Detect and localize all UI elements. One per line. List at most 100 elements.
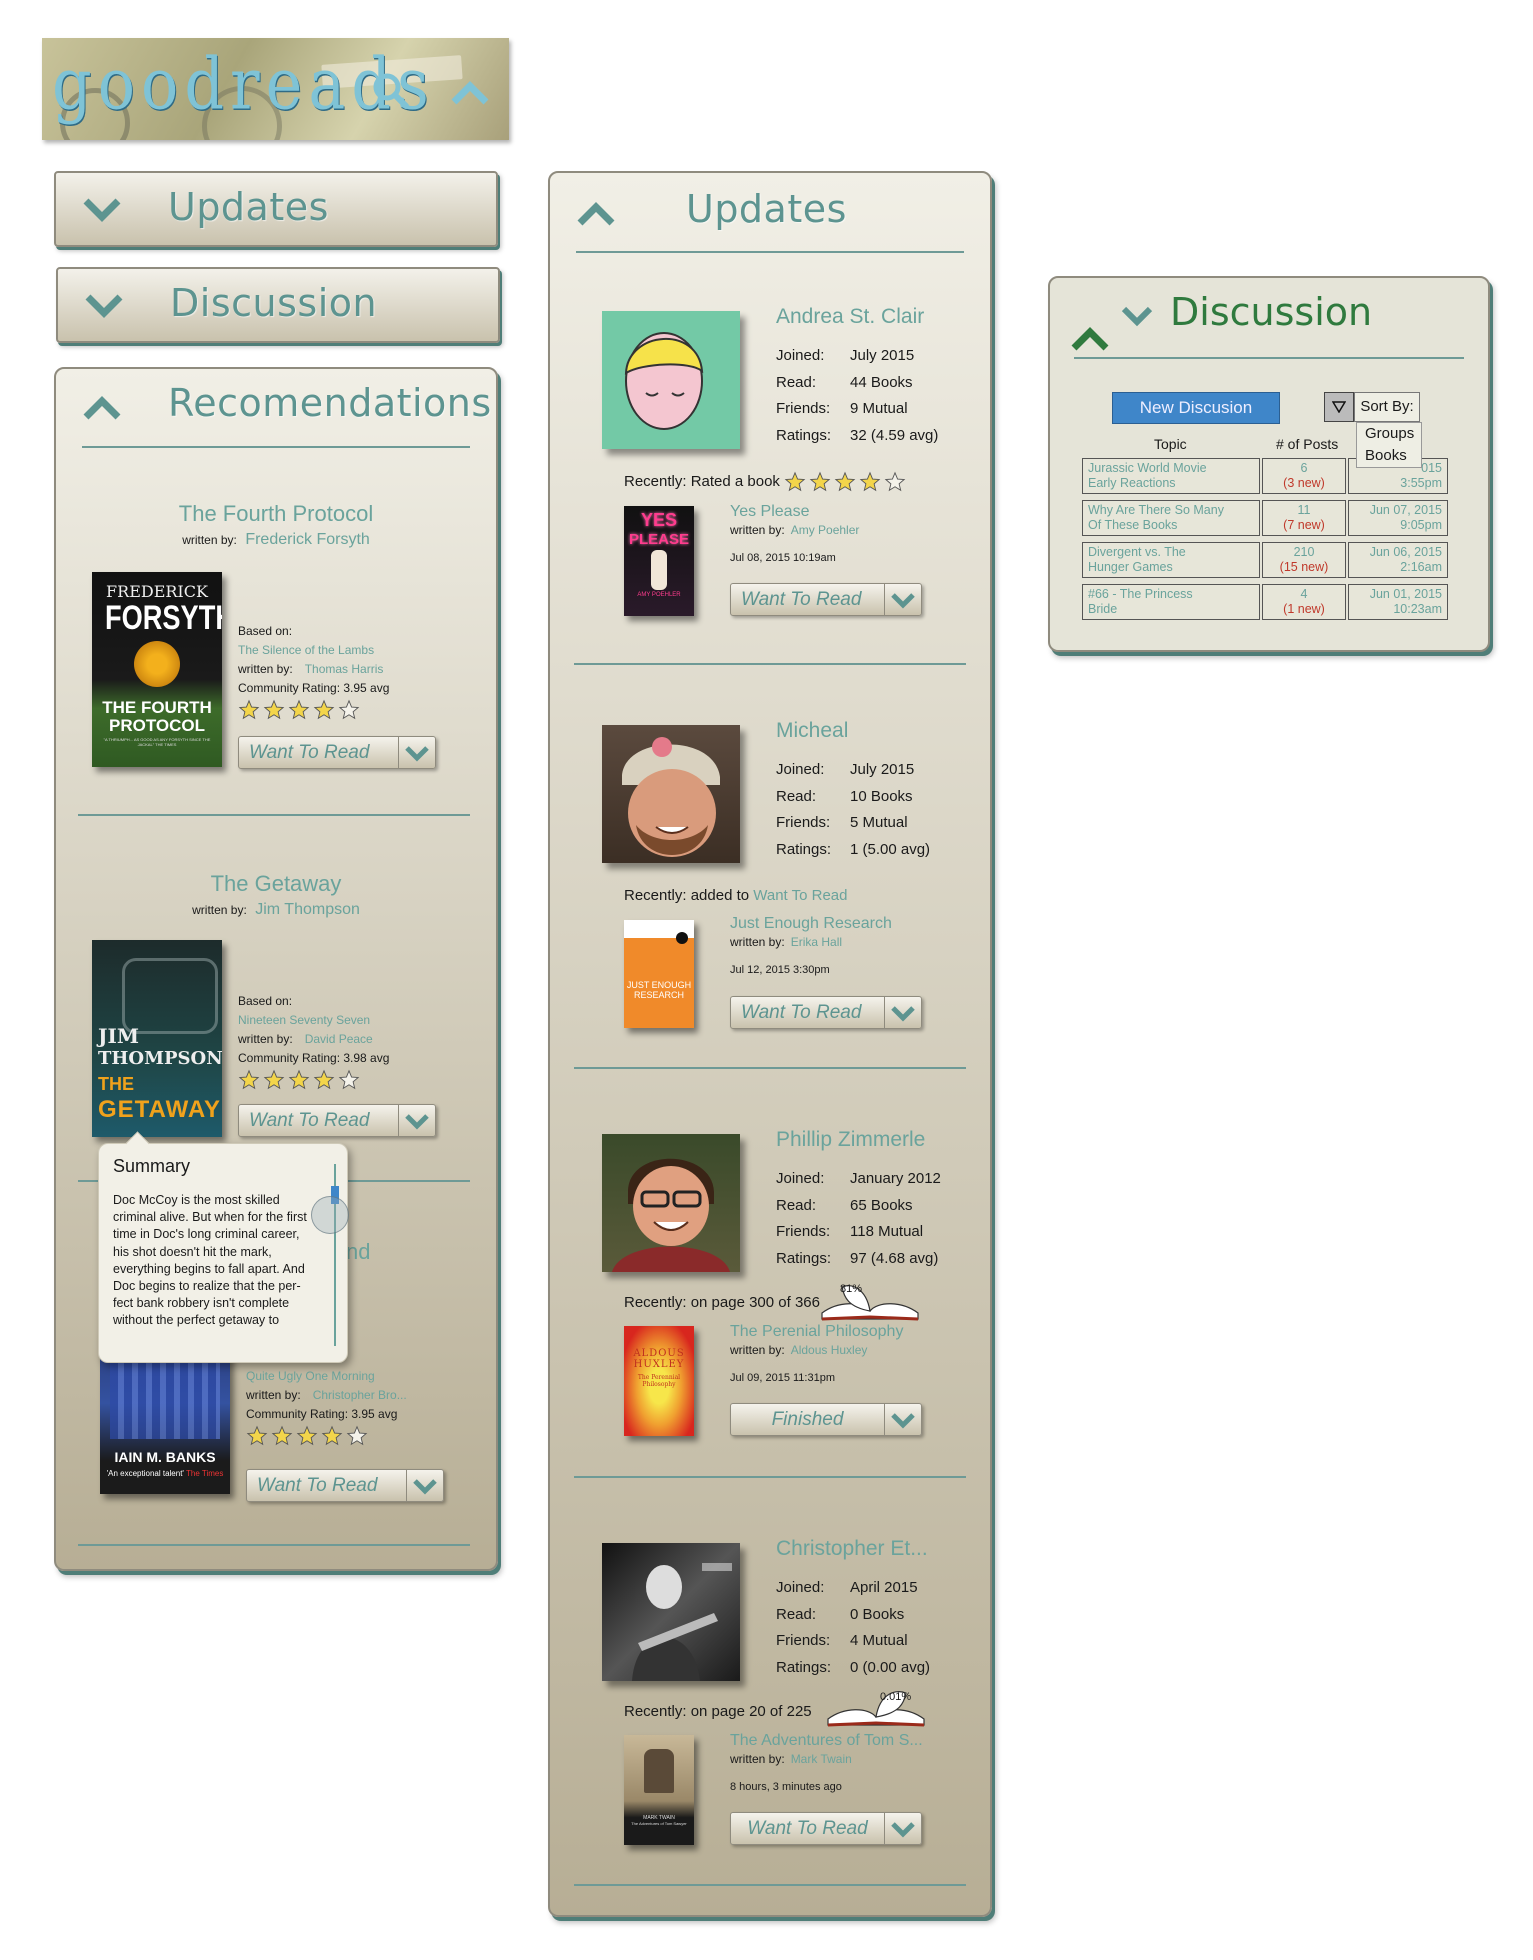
author-link[interactable]: Frederick Forsyth [245,531,369,548]
star-icon[interactable] [321,1425,346,1452]
star-icon[interactable] [834,471,859,498]
topic-cell[interactable]: Divergent vs. The Hunger Games [1082,542,1260,578]
finished-button[interactable]: Finished [730,1403,922,1436]
want-to-read-button[interactable]: Want To Read [730,583,922,616]
user-name[interactable]: Andrea St. Clair [776,305,924,329]
star-rating[interactable] [238,1069,363,1096]
book-title[interactable]: The Getaway [56,871,496,897]
search-icon[interactable] [372,72,412,112]
based-on-author[interactable]: Christopher Bro... [313,1388,407,1402]
star-icon[interactable] [809,471,834,498]
star-icon[interactable] [238,699,263,726]
recent-activity: Recently: added to Want To Read [624,887,848,904]
book-cover[interactable]: FREDERICK FORSYTH THE FOURTH PROTOCOL "A… [92,572,222,767]
star-icon[interactable] [288,699,313,726]
star-icon[interactable] [296,1425,321,1452]
reading-progress-book [821,1285,919,1321]
chevron-up-icon[interactable] [576,201,616,229]
chevron-down-icon[interactable] [884,1813,921,1844]
book-title[interactable]: The Perenial Philosophy [730,1323,903,1341]
star-icon[interactable] [238,1069,263,1096]
want-to-read-link[interactable]: Want To Read [753,887,847,904]
posts-cell: 11 (7 new) [1262,500,1346,536]
author-link[interactable]: Erika Hall [791,935,842,949]
updates-panel: Updates Andrea St. Clair Joined: July 201… [548,171,992,1917]
chevron-down-icon[interactable] [884,1404,921,1435]
star-icon[interactable] [313,1069,338,1096]
column-posts[interactable]: # of Posts [1276,436,1338,452]
chevron-down-icon[interactable] [884,584,921,615]
book-cover[interactable]: ALDOUS HUXLEY The Perennial Philosophy [624,1326,694,1436]
topic-cell[interactable]: Why Are There So Many Of These Books [1082,500,1260,536]
chevron-up-icon[interactable] [1070,326,1110,354]
chevron-down-icon[interactable] [406,1470,443,1501]
book-title[interactable]: The Adventures of Tom S... [730,1732,923,1750]
topic-cell[interactable]: #66 - The Princess Bride [1082,584,1260,620]
discussion-collapsed-bar[interactable]: Discussion [56,267,500,343]
sort-option-books[interactable]: Books [1365,445,1421,467]
book-title-partial[interactable]: nd [346,1239,370,1265]
star-icon[interactable] [338,1069,363,1096]
want-to-read-button[interactable]: Want To Read [238,736,436,769]
star-icon[interactable] [859,471,884,498]
chevron-up-icon[interactable] [450,78,490,108]
author-link[interactable]: Aldous Huxley [791,1343,868,1357]
book-title[interactable]: Yes Please [730,503,809,521]
star-rating[interactable] [246,1425,371,1452]
user-name[interactable]: Christopher Et... [776,1537,928,1561]
book-cover[interactable]: JIM THOMPSON THE GETAWAY [92,940,222,1137]
book-cover[interactable]: YES PLEASE AMY POEHLER [624,506,694,616]
star-rating[interactable] [784,471,909,498]
chevron-down-icon[interactable] [398,1105,435,1136]
based-on-title[interactable]: Nineteen Seventy Seven [238,1013,370,1027]
author-link[interactable]: Mark Twain [791,1752,852,1766]
author-link[interactable]: Jim Thompson [255,901,360,918]
author-link[interactable]: Amy Poehler [791,523,860,537]
star-icon[interactable] [884,471,909,498]
based-on-author[interactable]: David Peace [305,1032,373,1046]
chevron-down-icon [83,198,121,222]
want-to-read-button[interactable]: Want To Read [730,1812,922,1845]
chevron-down-icon[interactable] [398,737,435,768]
star-icon[interactable] [313,699,338,726]
chevron-down-icon[interactable] [1120,304,1154,328]
avatar[interactable] [602,311,740,449]
want-to-read-button[interactable]: Want To Read [238,1104,436,1137]
based-on-author[interactable]: Thomas Harris [305,662,384,676]
star-icon[interactable] [246,1425,271,1452]
want-to-read-button[interactable]: Want To Read [246,1469,444,1502]
star-rating[interactable] [238,699,363,726]
community-rating: Community Rating: 3.95 avg [238,681,390,695]
star-icon[interactable] [271,1425,296,1452]
updates-collapsed-bar[interactable]: Updates [54,171,498,247]
recent-activity: Recently: on page 20 of 225 [624,1703,812,1720]
book-title[interactable]: The Fourth Protocol [56,501,496,527]
star-icon[interactable] [338,699,363,726]
avatar[interactable] [602,1543,740,1681]
star-icon[interactable] [288,1069,313,1096]
based-on-title[interactable]: The Silence of the Lambs [238,643,374,657]
avatar[interactable] [602,725,740,863]
want-to-read-button[interactable]: Want To Read [730,996,922,1029]
topic-cell[interactable]: Jurassic World Movie Early Reactions [1082,458,1260,494]
activity-time: Jul 12, 2015 3:30pm [730,964,830,976]
star-icon[interactable] [263,1069,288,1096]
star-icon[interactable] [263,699,288,726]
star-icon[interactable] [346,1425,371,1452]
column-topic[interactable]: Topic [1154,436,1187,452]
new-discussion-button[interactable]: New Discusion [1112,392,1280,424]
book-cover[interactable]: JUST ENOUGH RESEARCH [624,920,694,1028]
star-icon[interactable] [784,471,809,498]
chevron-down-icon[interactable] [884,997,921,1028]
user-name[interactable]: Phillip Zimmerle [776,1128,925,1152]
user-name[interactable]: Micheal [776,719,848,743]
avatar[interactable] [602,1134,740,1272]
sort-dropdown-toggle[interactable] [1324,392,1354,422]
sort-option-groups[interactable]: Groups [1365,423,1421,445]
based-on-title[interactable]: Quite Ugly One Morning [246,1369,375,1383]
book-title[interactable]: Just Enough Research [730,915,892,933]
community-rating: Community Rating: 3.95 avg [246,1407,398,1421]
goodreads-logo[interactable]: goodreads [42,38,509,140]
book-cover[interactable]: MARK TWAIN The Adventures of Tom Sawyer [624,1735,694,1845]
chevron-up-icon[interactable] [82,395,122,423]
